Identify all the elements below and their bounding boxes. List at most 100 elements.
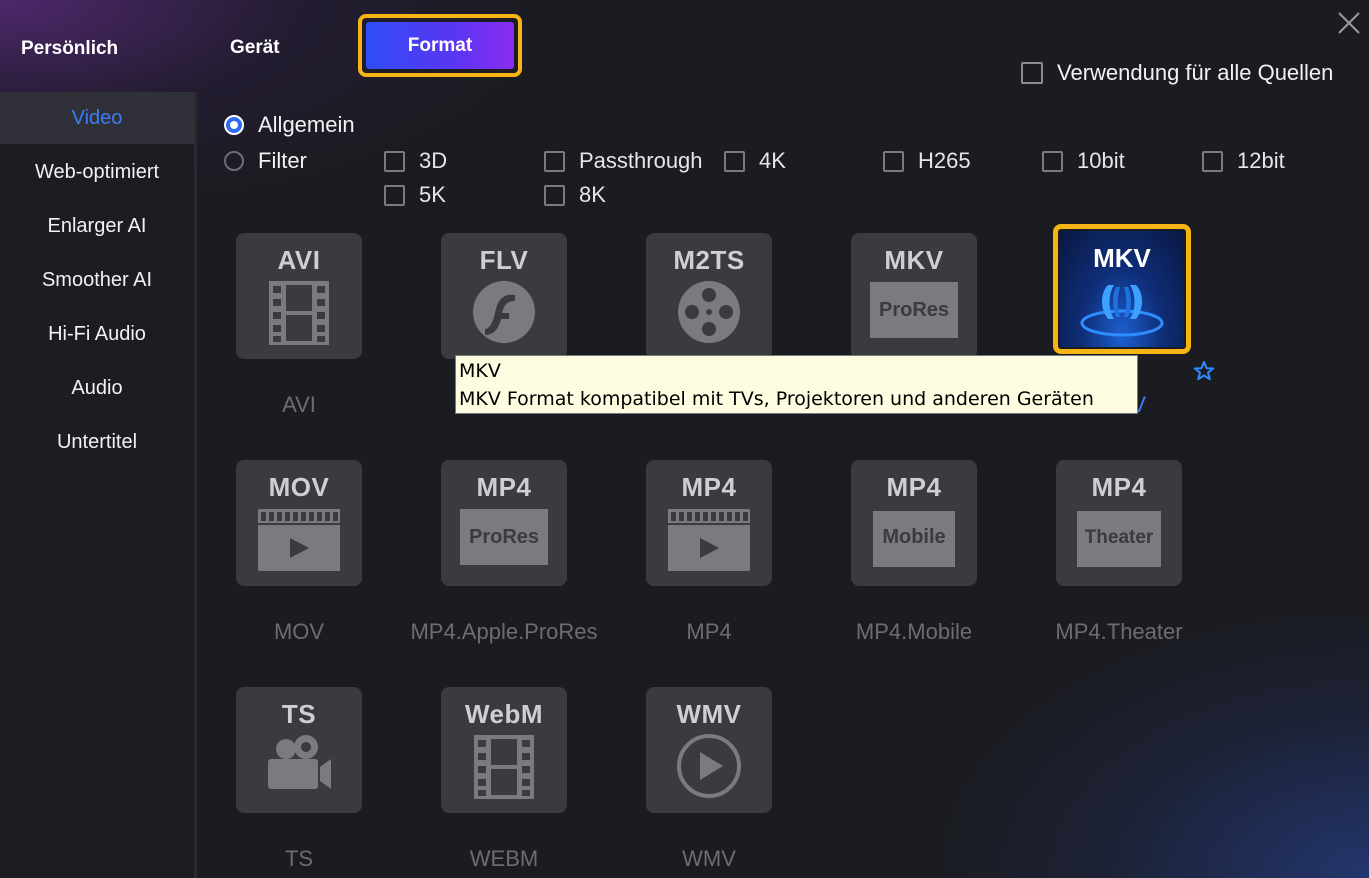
- format-label-mp4-theater: MP4.Theater: [1055, 619, 1183, 644]
- format-tile-mkv-selected[interactable]: MKV: [1053, 224, 1191, 354]
- radio-filter[interactable]: Filter: [224, 148, 307, 174]
- filter-8k[interactable]: 8K: [544, 182, 606, 208]
- filter-3d-label: 3D: [419, 148, 448, 173]
- filter-10bit[interactable]: 10bit: [1042, 148, 1125, 174]
- sidebar-item-audio[interactable]: Audio: [0, 362, 194, 414]
- film-strip-icon: [269, 281, 329, 345]
- sidebar-item-web-optimized[interactable]: Web-optimiert: [0, 146, 194, 198]
- format-label-mov: MOV: [273, 619, 325, 644]
- checkbox-box[interactable]: [384, 150, 405, 172]
- sidebar-item-video[interactable]: Video: [0, 92, 194, 144]
- format-code: MOV: [268, 472, 330, 502]
- tab-personal[interactable]: Persönlich: [21, 38, 118, 60]
- format-tooltip: MKV MKV Format kompatibel mit TVs, Proje…: [455, 355, 1138, 414]
- filter-4k[interactable]: 4K: [724, 148, 786, 174]
- format-label-mp4-mobile: MP4.Mobile: [855, 619, 973, 644]
- format-tile-mov[interactable]: MOV: [236, 460, 362, 586]
- checkbox-box[interactable]: [883, 150, 904, 172]
- flash-icon: [473, 281, 535, 343]
- radio-filter-label: Filter: [258, 148, 307, 173]
- sidebar-item-smoother-ai[interactable]: Smoother AI: [0, 254, 194, 306]
- format-tile-flv[interactable]: FLV: [441, 233, 567, 359]
- radio-general-label: Allgemein: [258, 112, 355, 137]
- checkbox-box[interactable]: [544, 150, 565, 172]
- film-strip-icon: [474, 735, 534, 799]
- format-label-webm: WEBM: [469, 846, 539, 871]
- format-tile-mp4[interactable]: MP4: [646, 460, 772, 586]
- format-code: MKV: [1093, 243, 1151, 273]
- apply-all-sources-checkbox[interactable]: Verwendung für alle Quellen: [1021, 60, 1333, 86]
- format-code: MP4: [476, 472, 532, 502]
- checkbox-box[interactable]: [544, 184, 565, 206]
- radio-filter-dot[interactable]: [224, 151, 244, 171]
- filter-h265[interactable]: H265: [883, 148, 971, 174]
- filter-h265-label: H265: [918, 148, 971, 173]
- play-circle-icon: [677, 734, 741, 798]
- filter-10bit-label: 10bit: [1077, 148, 1125, 173]
- favorite-star-icon[interactable]: [1193, 360, 1215, 382]
- format-label-avi: AVI: [282, 392, 316, 417]
- mkv-logo-tile: MKV: [1060, 231, 1184, 347]
- format-label-wmv: WMV: [682, 846, 736, 871]
- format-code: TS: [281, 699, 317, 729]
- radio-general[interactable]: Allgemein: [224, 112, 355, 138]
- format-tile-mp4-mobile[interactable]: MP4 Mobile: [851, 460, 977, 586]
- tab-format[interactable]: Format: [366, 22, 514, 69]
- filter-passthrough-label: Passthrough: [579, 148, 703, 173]
- filter-3d[interactable]: 3D: [384, 148, 447, 174]
- format-label-mp4: MP4: [686, 619, 732, 644]
- format-code: MP4: [886, 472, 942, 502]
- format-sub-label: Mobile: [882, 526, 946, 548]
- filter-passthrough[interactable]: Passthrough: [544, 148, 703, 174]
- filter-5k-label: 5K: [419, 182, 446, 207]
- format-tile-ts[interactable]: TS: [236, 687, 362, 813]
- tooltip-description: MKV Format kompatibel mit TVs, Projektor…: [459, 388, 1094, 410]
- tab-format-highlight: Format: [358, 14, 522, 77]
- video-camera-icon: [268, 735, 331, 789]
- checkbox-box[interactable]: [1042, 150, 1063, 172]
- format-code: M2TS: [673, 245, 745, 275]
- format-tile-avi[interactable]: AVI: [236, 233, 362, 359]
- format-sub-label: Theater: [1084, 527, 1154, 548]
- format-code: MP4: [1091, 472, 1147, 502]
- format-label-mp4-apple-prores: MP4.Apple.ProRes: [410, 619, 598, 644]
- format-code: WebM: [464, 699, 544, 729]
- format-tile-wmv[interactable]: WMV: [646, 687, 772, 813]
- sidebar: Video Web-optimiert Enlarger AI Smoother…: [0, 92, 194, 878]
- format-tile-mp4-theater[interactable]: MP4 Theater: [1056, 460, 1182, 586]
- format-code: MKV: [884, 245, 944, 275]
- format-code: AVI: [277, 245, 321, 275]
- sidebar-divider: [194, 92, 197, 878]
- checkbox-box[interactable]: [1202, 150, 1223, 172]
- filter-12bit[interactable]: 12bit: [1202, 148, 1285, 174]
- format-code: FLV: [479, 245, 529, 275]
- sidebar-item-hifi-audio[interactable]: Hi-Fi Audio: [0, 308, 194, 360]
- header-bar: Persönlich Gerät Format Verwendung für a…: [0, 0, 1369, 92]
- radio-general-dot[interactable]: [224, 115, 244, 135]
- format-tile-webm[interactable]: WebM: [441, 687, 567, 813]
- tab-device[interactable]: Gerät: [230, 37, 280, 59]
- sidebar-item-enlarger-ai[interactable]: Enlarger AI: [0, 200, 194, 252]
- filter-4k-label: 4K: [759, 148, 786, 173]
- film-reel-icon: [678, 281, 740, 343]
- clapper-icon: [668, 509, 750, 571]
- format-tile-mp4-prores[interactable]: MP4 ProRes: [441, 460, 567, 586]
- apply-all-sources-label: Verwendung für alle Quellen: [1057, 60, 1334, 85]
- filter-8k-label: 8K: [579, 182, 606, 207]
- format-tile-mkv-prores[interactable]: MKV ProRes: [851, 233, 977, 359]
- format-code: MP4: [681, 472, 737, 502]
- checkbox-box[interactable]: [1021, 62, 1043, 84]
- format-code: WMV: [676, 699, 742, 729]
- checkbox-box[interactable]: [384, 184, 405, 206]
- format-sub-label: ProRes: [878, 299, 950, 321]
- checkbox-box[interactable]: [724, 150, 745, 172]
- clapper-icon: [258, 509, 340, 571]
- mkv-logo-icon: [1080, 285, 1164, 337]
- format-label-ts: TS: [284, 846, 314, 871]
- close-icon[interactable]: [1336, 10, 1362, 36]
- tooltip-title: MKV: [459, 360, 501, 382]
- sidebar-item-subtitles[interactable]: Untertitel: [0, 416, 194, 468]
- filter-12bit-label: 12bit: [1237, 148, 1285, 173]
- filter-5k[interactable]: 5K: [384, 182, 446, 208]
- format-tile-m2ts[interactable]: M2TS: [646, 233, 772, 359]
